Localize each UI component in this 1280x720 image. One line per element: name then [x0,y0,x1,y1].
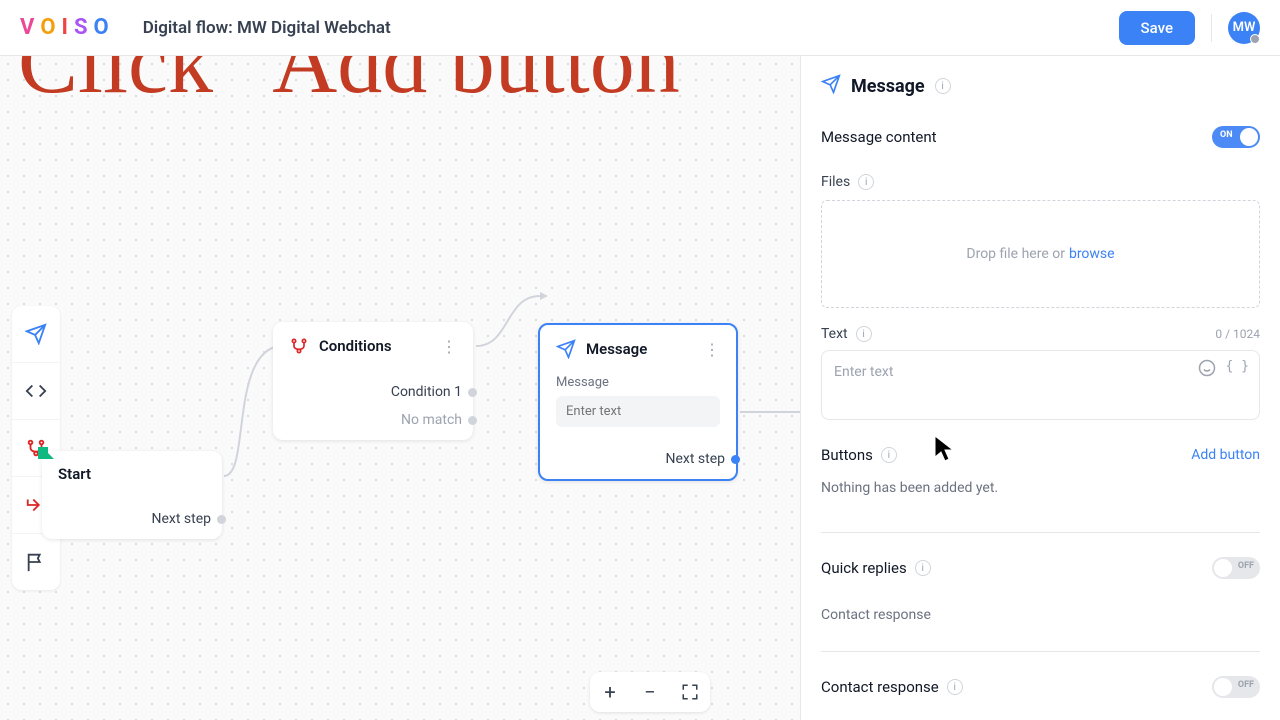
info-icon[interactable]: i [915,560,931,576]
node-start-title: Start [58,465,206,483]
node-message[interactable]: Message ⋮ Message Next step [538,323,738,481]
start-corner-icon [36,445,56,465]
avatar[interactable]: MW [1228,12,1260,44]
zoom-controls: + − [590,672,710,712]
message-content-toggle[interactable]: ON [1212,126,1260,148]
quick-replies-toggle[interactable]: OFF [1212,557,1260,579]
info-icon[interactable]: i [856,326,872,342]
node-conditions-title: Conditions [319,337,431,355]
node-message-next: Next step [666,451,726,467]
send-icon [821,74,841,98]
tool-flag-icon[interactable] [12,534,60,590]
message-input[interactable] [556,396,720,427]
info-icon[interactable]: i [881,447,897,463]
quick-replies-label: Quick replies [821,559,907,577]
tool-send-icon[interactable] [12,306,60,362]
condition-1-label: Condition 1 [391,384,462,400]
contact-response-label: Contact response [821,607,1260,623]
flow-title: Digital flow: MW Digital Webchat [143,18,391,38]
info-icon[interactable]: i [947,679,963,695]
message-field-label: Message [556,375,720,390]
kebab-icon[interactable]: ⋮ [441,337,457,356]
port-dot[interactable] [731,455,740,464]
char-count: 0 / 1024 [1215,327,1260,341]
send-icon [556,339,576,359]
file-dropzone[interactable]: Drop file here or browse [821,200,1260,308]
text-input[interactable]: Enter text { } [821,350,1260,420]
node-start[interactable]: Start Next step [42,451,222,539]
zoom-out-button[interactable]: − [630,672,670,712]
contact-response-toggle[interactable]: OFF [1212,676,1260,698]
buttons-empty-text: Nothing has been added yet. [821,480,1260,496]
node-message-title: Message [586,340,694,358]
zoom-in-button[interactable]: + [590,672,630,712]
dropzone-text: Drop file here or [966,246,1065,262]
text-label: Text [821,326,848,342]
branch-icon [289,336,309,356]
node-start-next: Next step [152,511,212,527]
braces-icon[interactable]: { } [1226,359,1249,381]
files-label: Files [821,174,850,190]
message-content-label: Message content [821,128,937,146]
kebab-icon[interactable]: ⋮ [704,340,720,359]
port-dot[interactable] [468,416,477,425]
divider [821,532,1260,533]
side-panel: Message i Message content ON Files i Dro… [800,56,1280,720]
text-placeholder: Enter text [834,364,893,380]
port-dot[interactable] [217,515,226,524]
add-button[interactable]: Add button [1191,447,1260,463]
buttons-label: Buttons [821,446,873,464]
no-match-label: No match [401,412,462,428]
header: VOISO Digital flow: MW Digital Webchat S… [0,0,1280,56]
panel-title: Message [851,76,925,97]
save-button[interactable]: Save [1119,11,1195,45]
node-conditions[interactable]: Conditions ⋮ Condition 1 No match [273,322,473,440]
logo: VOISO [20,15,113,40]
browse-link[interactable]: browse [1069,246,1115,262]
fullscreen-button[interactable] [670,672,710,712]
port-dot[interactable] [468,388,477,397]
divider [821,651,1260,652]
info-icon[interactable]: i [858,174,874,190]
tool-code-icon[interactable] [12,363,60,419]
info-icon[interactable]: i [935,78,951,94]
emoji-icon[interactable] [1198,359,1216,381]
contact-response2-label: Contact response [821,678,939,696]
divider [1211,14,1212,42]
